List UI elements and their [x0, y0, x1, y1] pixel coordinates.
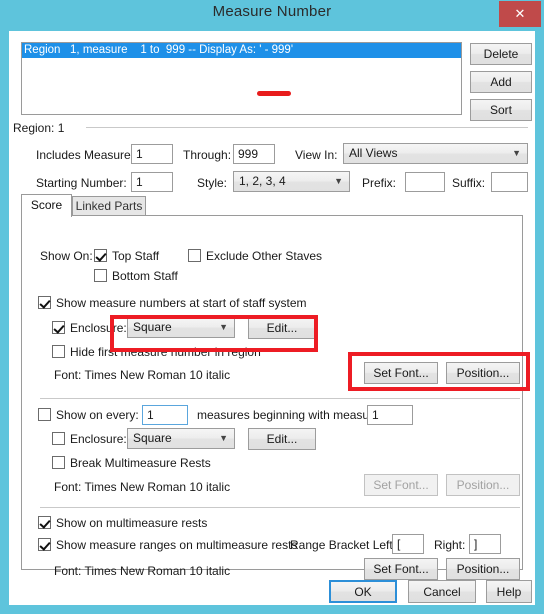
checkbox-enclosure-1[interactable]: [52, 321, 65, 334]
chevron-down-icon: ▼: [334, 176, 343, 186]
bottom-staff-label: Bottom Staff: [112, 269, 178, 283]
break-multimeasure-rests-label: Break Multimeasure Rests: [70, 456, 211, 470]
annotation-highlight-enclosure: [110, 315, 318, 352]
font-label-3: Font: Times New Roman 10 italic: [54, 564, 231, 578]
tab-score[interactable]: Score: [21, 194, 72, 217]
checkbox-enclosure-2[interactable]: [52, 432, 65, 445]
position-2-button: Position...: [446, 474, 520, 496]
through-input[interactable]: 999: [233, 144, 275, 164]
show-measure-ranges-label: Show measure ranges on multimeasure rest…: [56, 538, 298, 552]
checkbox-exclude-other-staves[interactable]: [188, 249, 201, 262]
set-font-2-button: Set Font...: [364, 474, 438, 496]
sort-button[interactable]: Sort: [470, 99, 532, 121]
annotation-highlight-font-position: [348, 352, 530, 391]
tab-linked-parts[interactable]: Linked Parts: [72, 196, 146, 216]
view-in-select[interactable]: All Views ▼: [343, 143, 528, 164]
starting-number-input[interactable]: 1: [131, 172, 173, 192]
font-label-1: Font: Times New Roman 10 italic: [54, 368, 231, 382]
divider-2: [40, 507, 520, 508]
font-label-2: Font: Times New Roman 10 italic: [54, 480, 231, 494]
starting-number-label: Starting Number:: [36, 176, 127, 190]
prefix-label: Prefix:: [362, 176, 397, 190]
suffix-input[interactable]: [491, 172, 528, 192]
region-list[interactable]: Region 1, measure 1 to 999 -- Display As…: [21, 42, 462, 115]
through-label: Through:: [183, 148, 232, 162]
range-bracket-right-input[interactable]: ]: [469, 534, 501, 554]
region-header-label: Region: 1: [13, 121, 65, 135]
show-on-every-label: Show on every:: [56, 408, 139, 422]
checkbox-show-on-multimeasure-rests[interactable]: [38, 516, 51, 529]
enclosure-2-label: Enclosure:: [70, 432, 127, 446]
chevron-down-icon: ▼: [512, 148, 521, 158]
exclude-other-staves-label: Exclude Other Staves: [206, 249, 323, 263]
add-button[interactable]: Add: [470, 71, 532, 93]
help-button[interactable]: Help: [486, 580, 532, 603]
window-title: Measure Number: [212, 3, 332, 20]
cancel-button[interactable]: Cancel: [408, 580, 476, 603]
top-staff-label: Top Staff: [112, 249, 160, 263]
style-select[interactable]: 1, 2, 3, 4 ▼: [233, 171, 350, 192]
measures-beginning-input[interactable]: 1: [367, 405, 413, 425]
includes-measure-input[interactable]: 1: [131, 144, 173, 164]
close-icon[interactable]: ✕: [499, 1, 541, 27]
enclosure-2-value: Square: [133, 431, 172, 445]
style-value: 1, 2, 3, 4: [239, 174, 286, 188]
chevron-down-icon: ▼: [219, 433, 228, 443]
checkbox-break-multimeasure-rests[interactable]: [52, 456, 65, 469]
delete-button[interactable]: Delete: [470, 43, 532, 65]
style-label: Style:: [197, 176, 228, 190]
range-bracket-left-label: Range Bracket Left:: [290, 538, 397, 552]
dialog-client: Region 1, measure 1 to 999 -- Display As…: [9, 31, 535, 605]
region-header-rule: [86, 127, 528, 128]
show-on-every-input[interactable]: 1: [142, 405, 188, 425]
show-on-label: Show On:: [40, 249, 93, 263]
suffix-label: Suffix:: [452, 176, 486, 190]
range-bracket-right-label: Right:: [434, 538, 466, 552]
edit-enclosure-2-button[interactable]: Edit...: [248, 428, 316, 450]
show-on-multimeasure-rests-label: Show on multimeasure rests: [56, 516, 208, 530]
annotation-marker: [257, 91, 291, 96]
dialog-footer: OK Cancel Help: [9, 577, 535, 605]
view-in-label: View In:: [295, 148, 338, 162]
checkbox-show-on-every[interactable]: [38, 408, 51, 421]
includes-measure-label: Includes Measure:: [36, 148, 135, 162]
title-bar: Measure Number ✕: [0, 0, 544, 30]
range-bracket-left-input[interactable]: [: [392, 534, 424, 554]
tab-strip: Score Linked Parts: [21, 194, 523, 217]
list-item[interactable]: Region 1, measure 1 to 999 -- Display As…: [22, 43, 461, 58]
measure-number-dialog: Measure Number ✕ Region 1, measure 1 to …: [0, 0, 544, 614]
checkbox-show-measure-ranges[interactable]: [38, 538, 51, 551]
checkbox-start-of-staff-system[interactable]: [38, 296, 51, 309]
checkbox-hide-first-measure-number[interactable]: [52, 345, 65, 358]
ok-button[interactable]: OK: [329, 580, 397, 603]
checkbox-bottom-staff[interactable]: [94, 269, 107, 282]
divider-1: [40, 398, 520, 399]
checkbox-top-staff[interactable]: [94, 249, 107, 262]
view-in-value: All Views: [349, 146, 398, 160]
measures-beginning-label: measures beginning with measure:: [197, 408, 384, 422]
enclosure-2-select[interactable]: Square ▼: [127, 428, 235, 449]
score-tab-panel: Show On: Top Staff Exclude Other Staves …: [21, 215, 523, 580]
start-of-staff-system-label: Show measure numbers at start of staff s…: [56, 296, 307, 310]
prefix-input[interactable]: [405, 172, 445, 192]
